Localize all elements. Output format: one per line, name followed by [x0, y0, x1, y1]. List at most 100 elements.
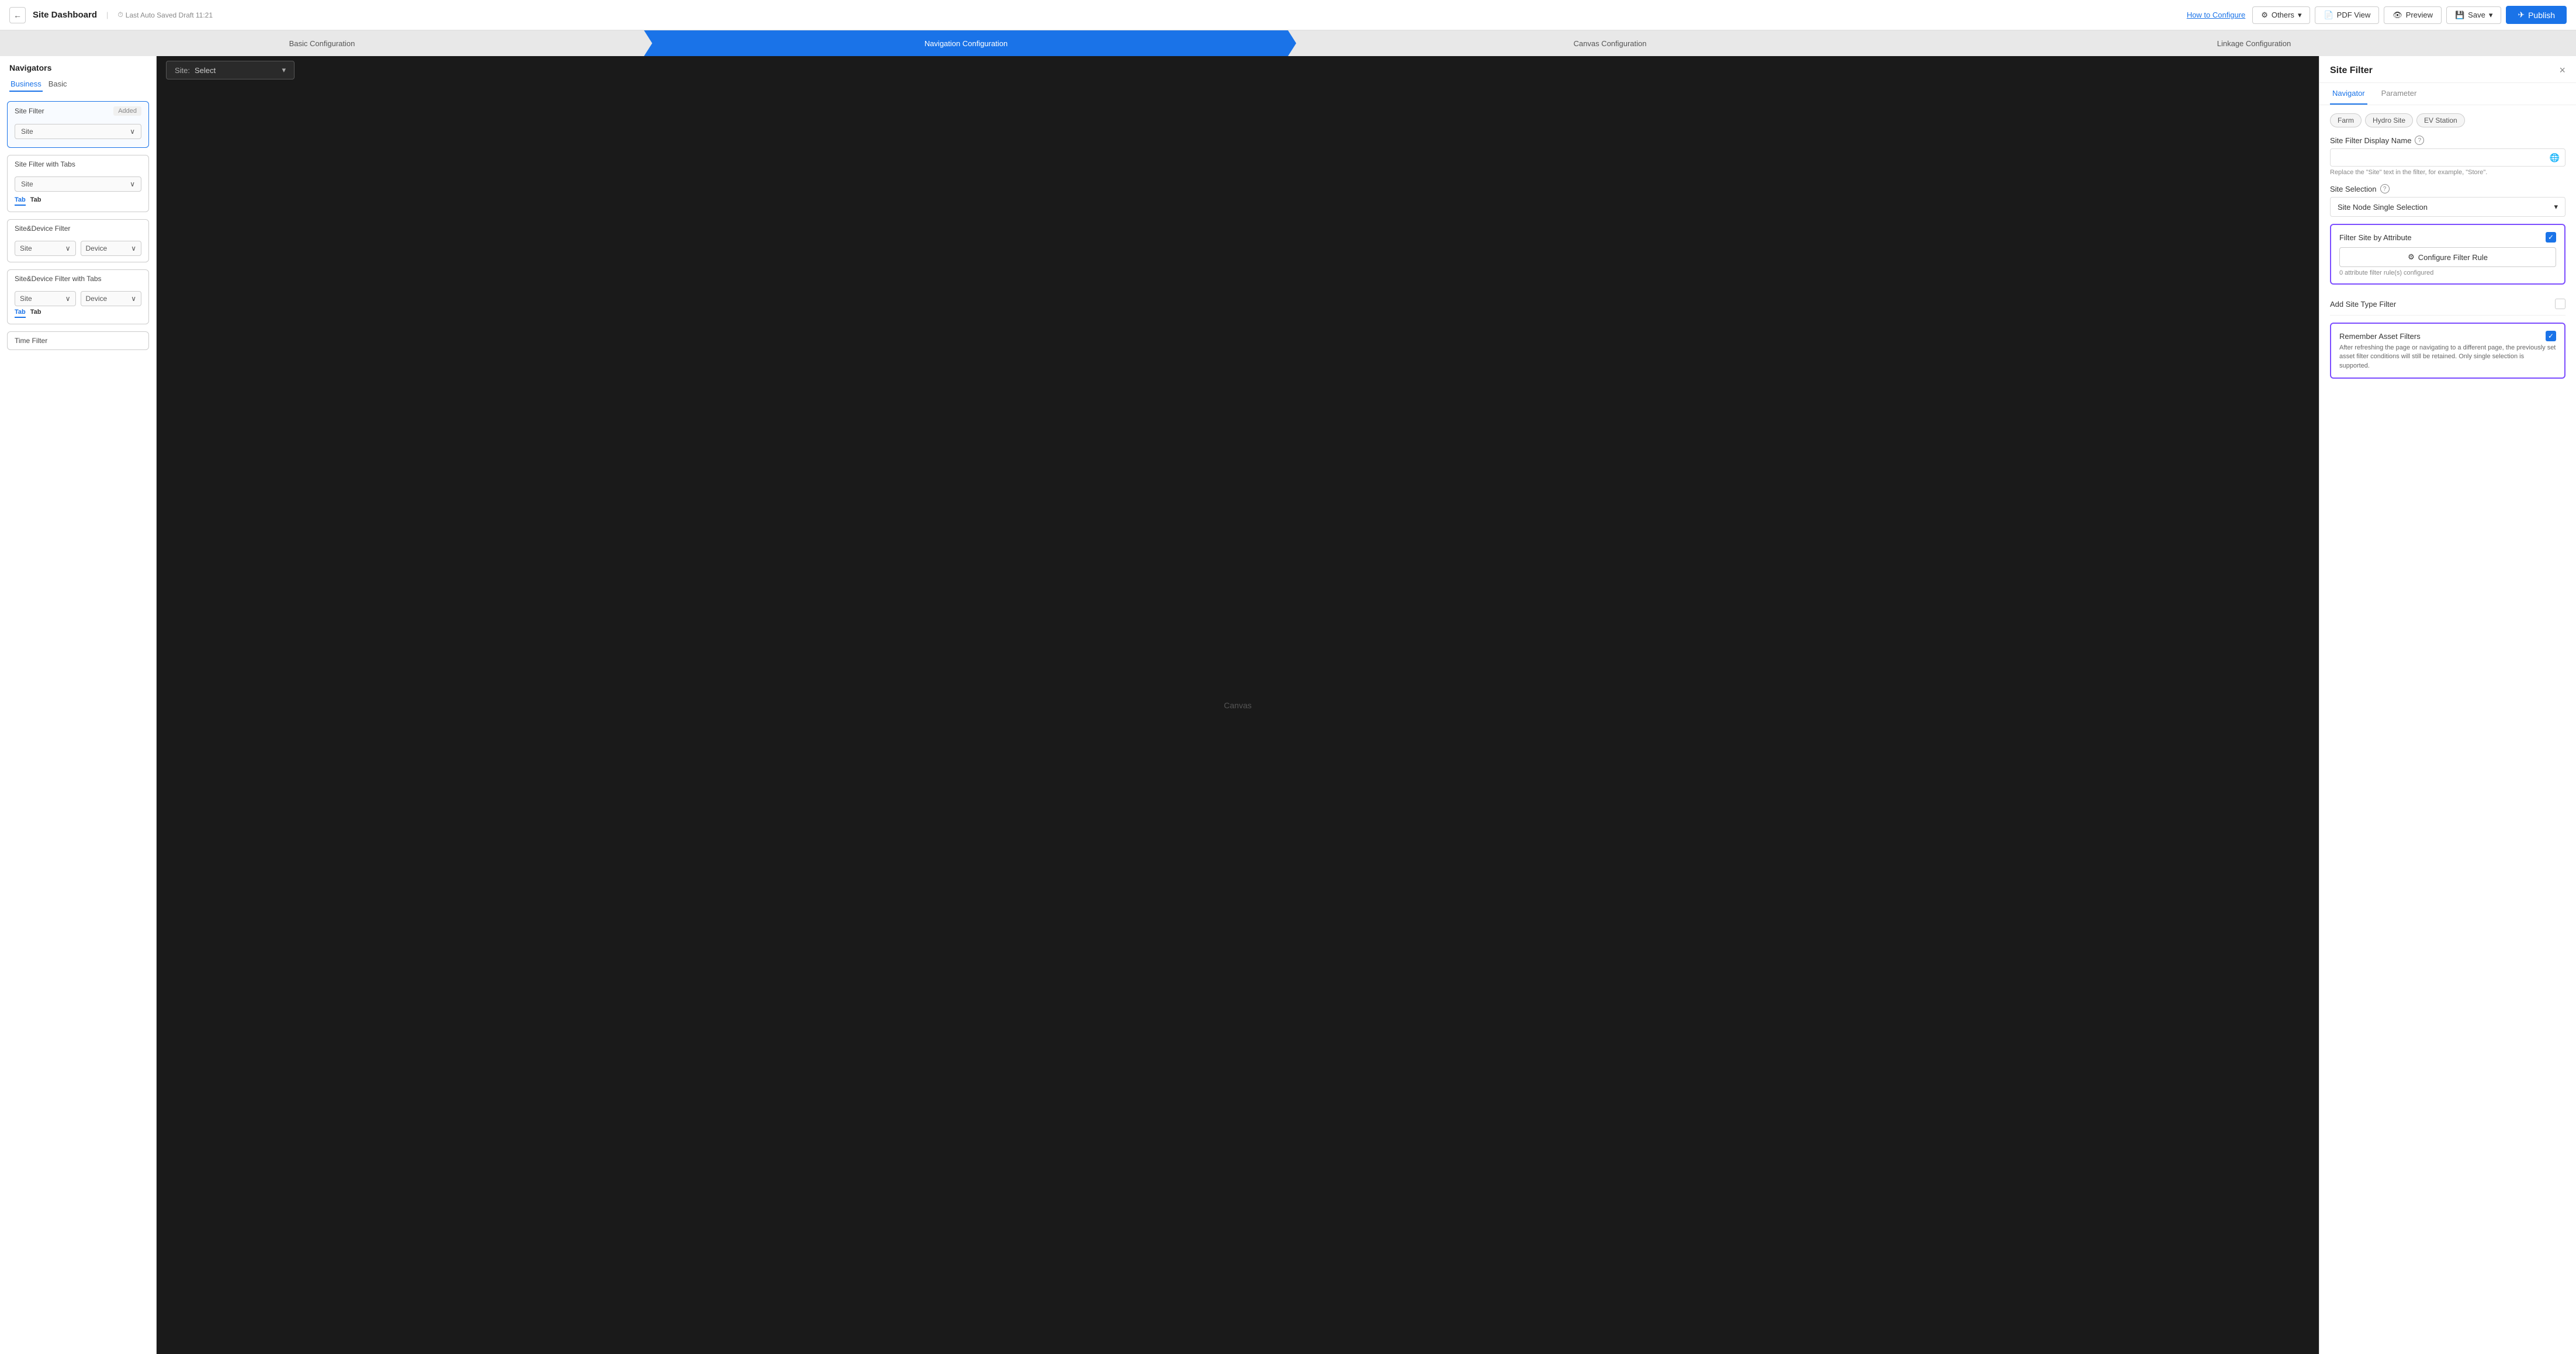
card-header: Site&Device Filter with Tabs — [8, 270, 148, 288]
chip-ev[interactable]: EV Station — [2416, 113, 2465, 127]
card-tabs-row: Tab Tab — [15, 306, 141, 318]
add-site-type-checkbox[interactable] — [2555, 299, 2565, 309]
remember-asset-filters-label: Remember Asset Filters — [2339, 332, 2421, 341]
site-selection-dropdown[interactable]: Site Node Single Selection ▾ — [2330, 197, 2565, 217]
list-item[interactable]: Site Filter Added Site ∨ — [7, 101, 149, 148]
steps-bar: Basic Configuration Navigation Configura… — [0, 30, 2576, 56]
step-linkage[interactable]: Linkage Configuration — [1932, 30, 2576, 56]
navigators-title: Navigators — [0, 56, 156, 77]
card-title: Time Filter — [15, 337, 47, 345]
card-header: Site&Device Filter — [8, 220, 148, 237]
left-tabs: Business Basic — [0, 77, 156, 92]
right-panel-header: Site Filter × — [2319, 56, 2576, 83]
publish-button[interactable]: ✈ Publish — [2506, 6, 2567, 24]
header-btn-group: ⚙ Others ▾ 📄 PDF View 👁 Preview 💾 Save ▾… — [2252, 6, 2567, 24]
card-site-select: Site ∨ — [15, 241, 76, 256]
list-item[interactable]: Site Filter with Tabs Site ∨ Tab Tab — [7, 155, 149, 212]
card-device-row: Site ∨ Device ∨ — [15, 291, 141, 306]
chip-farm[interactable]: Farm — [2330, 113, 2362, 127]
card-device-select: Device ∨ — [81, 241, 142, 256]
remember-asset-filters-checkbox[interactable]: ✓ — [2546, 331, 2556, 341]
filter-by-attribute-row: Filter Site by Attribute ✓ — [2339, 232, 2556, 243]
left-panel: Navigators Business Basic Site Filter Ad… — [0, 56, 157, 1354]
site-select-value: Select — [195, 66, 277, 75]
others-icon: ⚙ — [2261, 11, 2268, 20]
header-divider: | — [106, 11, 108, 19]
pdf-icon: 📄 — [2324, 11, 2333, 20]
site-select-wrap[interactable]: Site: Select ▾ — [166, 61, 295, 79]
chevron-down-icon: ▾ — [2554, 202, 2558, 212]
list-item[interactable]: Time Filter — [7, 331, 149, 350]
site-selection-help-icon[interactable]: ? — [2380, 184, 2390, 193]
page-title: Site Dashboard — [33, 10, 97, 20]
card-tab2: Tab — [30, 309, 41, 318]
publish-label: Publish — [2528, 11, 2555, 20]
pdf-label: PDF View — [2337, 11, 2371, 19]
site-selection-value: Site Node Single Selection — [2338, 203, 2428, 212]
close-button[interactable]: × — [2559, 64, 2565, 77]
card-tab1: Tab — [15, 309, 26, 318]
card-title: Site Filter — [15, 107, 44, 115]
card-header: Site Filter Added — [8, 102, 148, 120]
display-name-input[interactable] — [2330, 148, 2565, 167]
save-icon: 💾 — [2455, 11, 2464, 20]
filter-by-attribute-section: Filter Site by Attribute ✓ ⚙ Configure F… — [2330, 224, 2565, 285]
right-panel: Site Filter × Navigator Parameter Farm H… — [2319, 56, 2576, 1354]
card-badge: Added — [113, 106, 141, 116]
back-button[interactable]: ← — [9, 7, 26, 23]
chevron-down-icon: ∨ — [131, 295, 136, 303]
header-nav-links: How to Configure — [2187, 11, 2245, 19]
tab-business[interactable]: Business — [9, 77, 43, 92]
card-body: Site ∨ Tab Tab — [8, 173, 148, 212]
draft-status: ⏱ Last Auto Saved Draft 11:21 — [117, 11, 213, 19]
card-device-row: Site ∨ Device ∨ — [15, 241, 141, 256]
card-tab2: Tab — [30, 196, 41, 206]
display-name-help-icon[interactable]: ? — [2415, 136, 2424, 145]
others-button[interactable]: ⚙ Others ▾ — [2252, 6, 2310, 24]
card-select: Site ∨ — [15, 124, 141, 139]
how-to-configure-link[interactable]: How to Configure — [2187, 11, 2245, 19]
save-chevron-icon: ▾ — [2489, 11, 2493, 20]
remember-asset-filters-row: Remember Asset Filters ✓ — [2339, 331, 2556, 341]
chip-hydro[interactable]: Hydro Site — [2365, 113, 2413, 127]
card-body: Site ∨ — [8, 120, 148, 147]
save-button[interactable]: 💾 Save ▾ — [2446, 6, 2501, 24]
display-name-hint: Replace the "Site" text in the filter, f… — [2330, 169, 2565, 176]
configure-filter-rule-button[interactable]: ⚙ Configure Filter Rule — [2339, 247, 2556, 267]
list-item[interactable]: Site&Device Filter with Tabs Site ∨ Devi… — [7, 269, 149, 324]
card-body: Site ∨ Device ∨ — [8, 237, 148, 262]
preview-button[interactable]: 👁 Preview — [2384, 6, 2442, 24]
tab-navigator[interactable]: Navigator — [2330, 83, 2367, 105]
chevron-down-icon: ▾ — [282, 65, 286, 75]
card-site-select: Site ∨ — [15, 291, 76, 306]
card-tab1: Tab — [15, 196, 26, 206]
card-select: Site ∨ — [15, 176, 141, 192]
others-chevron-icon: ▾ — [2298, 11, 2302, 20]
step-navigation-label: Navigation Configuration — [925, 39, 1007, 48]
right-panel-body: Farm Hydro Site EV Station Site Filter D… — [2319, 105, 2576, 1354]
card-device-select: Device ∨ — [81, 291, 142, 306]
filter-by-attribute-checkbox[interactable]: ✓ — [2546, 232, 2556, 243]
chevron-down-icon: ∨ — [130, 180, 135, 188]
remember-asset-filters-section: Remember Asset Filters ✓ After refreshin… — [2330, 323, 2565, 379]
canvas-label: Canvas — [1224, 701, 1251, 710]
step-navigation[interactable]: Navigation Configuration — [644, 30, 1288, 56]
right-tabs: Navigator Parameter — [2319, 83, 2576, 105]
add-site-type-row: Add Site Type Filter — [2330, 293, 2565, 316]
pdf-view-button[interactable]: 📄 PDF View — [2315, 6, 2379, 24]
chevron-down-icon: ∨ — [131, 244, 136, 252]
card-title: Site&Device Filter — [15, 224, 70, 233]
header: ← Site Dashboard | ⏱ Last Auto Saved Dra… — [0, 0, 2576, 30]
step-basic[interactable]: Basic Configuration — [0, 30, 644, 56]
tab-parameter[interactable]: Parameter — [2379, 83, 2419, 105]
main-layout: Navigators Business Basic Site Filter Ad… — [0, 56, 2576, 1354]
list-item[interactable]: Site&Device Filter Site ∨ Device ∨ — [7, 219, 149, 262]
attr-count: 0 attribute filter rule(s) configured — [2339, 269, 2556, 276]
tab-basic[interactable]: Basic — [47, 77, 68, 92]
step-linkage-label: Linkage Configuration — [2217, 39, 2291, 48]
draft-icon: ⏱ — [117, 11, 123, 19]
step-canvas[interactable]: Canvas Configuration — [1288, 30, 1932, 56]
filter-chips: Farm Hydro Site EV Station — [2330, 113, 2565, 127]
display-name-input-wrap: 🌐 — [2330, 148, 2565, 167]
card-body: Site ∨ Device ∨ Tab Tab — [8, 288, 148, 324]
